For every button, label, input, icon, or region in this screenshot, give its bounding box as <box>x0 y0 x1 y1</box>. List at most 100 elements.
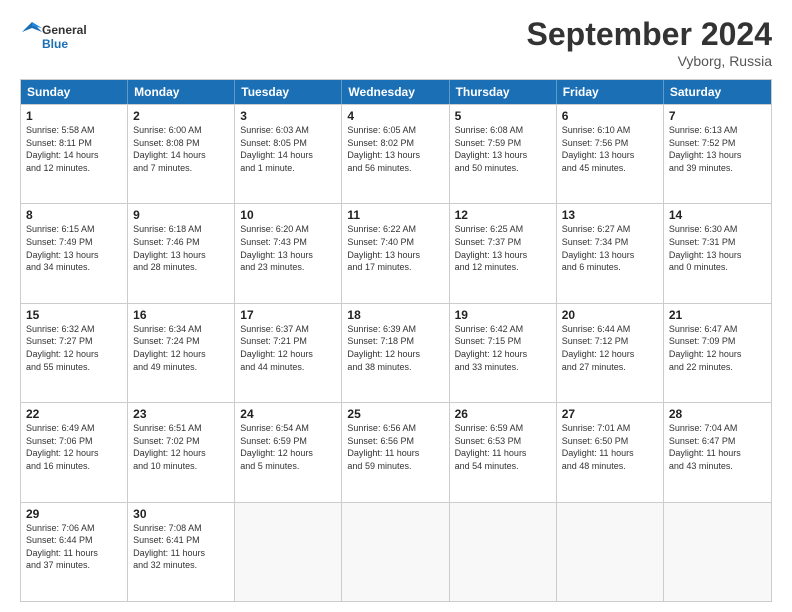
day-info-1: Sunrise: 5:58 AM Sunset: 8:11 PM Dayligh… <box>26 124 122 174</box>
day-number-2: 2 <box>133 109 229 123</box>
day-cell-21: 21Sunrise: 6:47 AM Sunset: 7:09 PM Dayli… <box>664 304 771 402</box>
empty-cell <box>342 503 449 601</box>
day-info-20: Sunrise: 6:44 AM Sunset: 7:12 PM Dayligh… <box>562 323 658 373</box>
calendar-row-4: 22Sunrise: 6:49 AM Sunset: 7:06 PM Dayli… <box>21 402 771 501</box>
day-number-7: 7 <box>669 109 766 123</box>
day-info-29: Sunrise: 7:06 AM Sunset: 6:44 PM Dayligh… <box>26 522 122 572</box>
day-cell-7: 7Sunrise: 6:13 AM Sunset: 7:52 PM Daylig… <box>664 105 771 203</box>
day-number-26: 26 <box>455 407 551 421</box>
day-number-24: 24 <box>240 407 336 421</box>
day-cell-2: 2Sunrise: 6:00 AM Sunset: 8:08 PM Daylig… <box>128 105 235 203</box>
day-number-23: 23 <box>133 407 229 421</box>
logo-icon: General Blue <box>20 16 100 56</box>
day-number-5: 5 <box>455 109 551 123</box>
day-cell-12: 12Sunrise: 6:25 AM Sunset: 7:37 PM Dayli… <box>450 204 557 302</box>
day-info-4: Sunrise: 6:05 AM Sunset: 8:02 PM Dayligh… <box>347 124 443 174</box>
day-info-16: Sunrise: 6:34 AM Sunset: 7:24 PM Dayligh… <box>133 323 229 373</box>
day-number-10: 10 <box>240 208 336 222</box>
day-cell-20: 20Sunrise: 6:44 AM Sunset: 7:12 PM Dayli… <box>557 304 664 402</box>
day-cell-26: 26Sunrise: 6:59 AM Sunset: 6:53 PM Dayli… <box>450 403 557 501</box>
day-number-16: 16 <box>133 308 229 322</box>
weekday-header-sunday: Sunday <box>21 80 128 104</box>
day-number-18: 18 <box>347 308 443 322</box>
day-number-12: 12 <box>455 208 551 222</box>
day-number-27: 27 <box>562 407 658 421</box>
day-info-26: Sunrise: 6:59 AM Sunset: 6:53 PM Dayligh… <box>455 422 551 472</box>
day-cell-27: 27Sunrise: 7:01 AM Sunset: 6:50 PM Dayli… <box>557 403 664 501</box>
day-cell-15: 15Sunrise: 6:32 AM Sunset: 7:27 PM Dayli… <box>21 304 128 402</box>
day-info-21: Sunrise: 6:47 AM Sunset: 7:09 PM Dayligh… <box>669 323 766 373</box>
day-cell-23: 23Sunrise: 6:51 AM Sunset: 7:02 PM Dayli… <box>128 403 235 501</box>
day-info-11: Sunrise: 6:22 AM Sunset: 7:40 PM Dayligh… <box>347 223 443 273</box>
day-cell-28: 28Sunrise: 7:04 AM Sunset: 6:47 PM Dayli… <box>664 403 771 501</box>
day-info-14: Sunrise: 6:30 AM Sunset: 7:31 PM Dayligh… <box>669 223 766 273</box>
day-number-8: 8 <box>26 208 122 222</box>
empty-cell <box>235 503 342 601</box>
month-title: September 2024 <box>527 16 772 53</box>
day-cell-30: 30Sunrise: 7:08 AM Sunset: 6:41 PM Dayli… <box>128 503 235 601</box>
day-number-11: 11 <box>347 208 443 222</box>
day-info-10: Sunrise: 6:20 AM Sunset: 7:43 PM Dayligh… <box>240 223 336 273</box>
day-number-28: 28 <box>669 407 766 421</box>
day-cell-14: 14Sunrise: 6:30 AM Sunset: 7:31 PM Dayli… <box>664 204 771 302</box>
weekday-header-saturday: Saturday <box>664 80 771 104</box>
weekday-header-friday: Friday <box>557 80 664 104</box>
day-cell-17: 17Sunrise: 6:37 AM Sunset: 7:21 PM Dayli… <box>235 304 342 402</box>
day-number-3: 3 <box>240 109 336 123</box>
weekday-header-monday: Monday <box>128 80 235 104</box>
day-info-8: Sunrise: 6:15 AM Sunset: 7:49 PM Dayligh… <box>26 223 122 273</box>
weekday-header-thursday: Thursday <box>450 80 557 104</box>
day-number-21: 21 <box>669 308 766 322</box>
day-info-3: Sunrise: 6:03 AM Sunset: 8:05 PM Dayligh… <box>240 124 336 174</box>
day-number-14: 14 <box>669 208 766 222</box>
day-cell-5: 5Sunrise: 6:08 AM Sunset: 7:59 PM Daylig… <box>450 105 557 203</box>
calendar-row-5: 29Sunrise: 7:06 AM Sunset: 6:44 PM Dayli… <box>21 502 771 601</box>
calendar-body: 1Sunrise: 5:58 AM Sunset: 8:11 PM Daylig… <box>21 104 771 601</box>
calendar: SundayMondayTuesdayWednesdayThursdayFrid… <box>20 79 772 602</box>
empty-cell <box>450 503 557 601</box>
day-number-9: 9 <box>133 208 229 222</box>
day-info-22: Sunrise: 6:49 AM Sunset: 7:06 PM Dayligh… <box>26 422 122 472</box>
day-number-4: 4 <box>347 109 443 123</box>
location-subtitle: Vyborg, Russia <box>527 53 772 69</box>
day-cell-8: 8Sunrise: 6:15 AM Sunset: 7:49 PM Daylig… <box>21 204 128 302</box>
day-number-25: 25 <box>347 407 443 421</box>
title-block: September 2024 Vyborg, Russia <box>527 16 772 69</box>
day-cell-10: 10Sunrise: 6:20 AM Sunset: 7:43 PM Dayli… <box>235 204 342 302</box>
day-number-20: 20 <box>562 308 658 322</box>
day-info-9: Sunrise: 6:18 AM Sunset: 7:46 PM Dayligh… <box>133 223 229 273</box>
day-cell-6: 6Sunrise: 6:10 AM Sunset: 7:56 PM Daylig… <box>557 105 664 203</box>
calendar-row-1: 1Sunrise: 5:58 AM Sunset: 8:11 PM Daylig… <box>21 104 771 203</box>
day-number-15: 15 <box>26 308 122 322</box>
day-info-30: Sunrise: 7:08 AM Sunset: 6:41 PM Dayligh… <box>133 522 229 572</box>
weekday-header-wednesday: Wednesday <box>342 80 449 104</box>
calendar-row-2: 8Sunrise: 6:15 AM Sunset: 7:49 PM Daylig… <box>21 203 771 302</box>
day-info-2: Sunrise: 6:00 AM Sunset: 8:08 PM Dayligh… <box>133 124 229 174</box>
day-cell-25: 25Sunrise: 6:56 AM Sunset: 6:56 PM Dayli… <box>342 403 449 501</box>
day-info-7: Sunrise: 6:13 AM Sunset: 7:52 PM Dayligh… <box>669 124 766 174</box>
svg-text:Blue: Blue <box>42 37 68 51</box>
page: General Blue September 2024 Vyborg, Russ… <box>0 0 792 612</box>
day-info-15: Sunrise: 6:32 AM Sunset: 7:27 PM Dayligh… <box>26 323 122 373</box>
day-cell-19: 19Sunrise: 6:42 AM Sunset: 7:15 PM Dayli… <box>450 304 557 402</box>
day-number-30: 30 <box>133 507 229 521</box>
day-info-28: Sunrise: 7:04 AM Sunset: 6:47 PM Dayligh… <box>669 422 766 472</box>
day-cell-11: 11Sunrise: 6:22 AM Sunset: 7:40 PM Dayli… <box>342 204 449 302</box>
empty-cell <box>557 503 664 601</box>
day-info-5: Sunrise: 6:08 AM Sunset: 7:59 PM Dayligh… <box>455 124 551 174</box>
day-info-6: Sunrise: 6:10 AM Sunset: 7:56 PM Dayligh… <box>562 124 658 174</box>
weekday-header-tuesday: Tuesday <box>235 80 342 104</box>
day-info-24: Sunrise: 6:54 AM Sunset: 6:59 PM Dayligh… <box>240 422 336 472</box>
day-number-19: 19 <box>455 308 551 322</box>
day-number-29: 29 <box>26 507 122 521</box>
day-info-27: Sunrise: 7:01 AM Sunset: 6:50 PM Dayligh… <box>562 422 658 472</box>
day-cell-9: 9Sunrise: 6:18 AM Sunset: 7:46 PM Daylig… <box>128 204 235 302</box>
day-number-22: 22 <box>26 407 122 421</box>
day-cell-3: 3Sunrise: 6:03 AM Sunset: 8:05 PM Daylig… <box>235 105 342 203</box>
day-cell-1: 1Sunrise: 5:58 AM Sunset: 8:11 PM Daylig… <box>21 105 128 203</box>
day-cell-24: 24Sunrise: 6:54 AM Sunset: 6:59 PM Dayli… <box>235 403 342 501</box>
day-info-23: Sunrise: 6:51 AM Sunset: 7:02 PM Dayligh… <box>133 422 229 472</box>
day-cell-4: 4Sunrise: 6:05 AM Sunset: 8:02 PM Daylig… <box>342 105 449 203</box>
logo: General Blue <box>20 16 100 56</box>
day-cell-29: 29Sunrise: 7:06 AM Sunset: 6:44 PM Dayli… <box>21 503 128 601</box>
